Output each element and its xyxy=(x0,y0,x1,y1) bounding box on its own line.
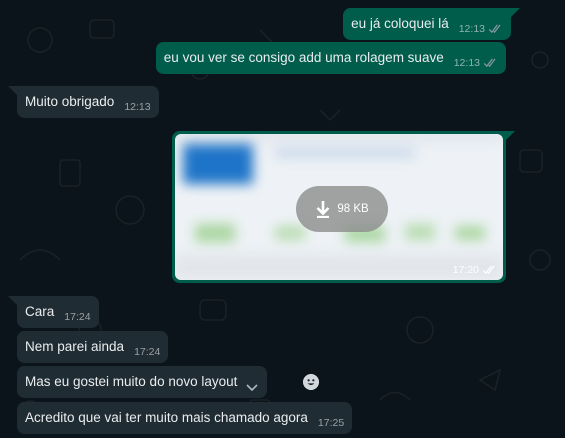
double-check-icon xyxy=(482,265,495,275)
message-meta: 17:24 xyxy=(64,311,90,328)
message-text: eu vou ver se consigo add uma rolagem su… xyxy=(163,50,444,65)
emoji-icon xyxy=(303,374,319,390)
message-text: Nem parei ainda xyxy=(25,339,125,354)
image-message[interactable]: 98 KB 17:20 xyxy=(172,131,506,283)
message-time: 17:24 xyxy=(64,311,91,323)
chevron-down-icon xyxy=(246,384,258,392)
message-time: 12:13 xyxy=(458,23,485,35)
message-time: 17:20 xyxy=(452,264,479,276)
message-time: 12:13 xyxy=(453,57,480,69)
double-check-icon xyxy=(483,58,496,68)
message-meta: 12:13 xyxy=(459,23,503,40)
message-bubble-incoming[interactable]: Muito obrigado 12:13 xyxy=(17,86,159,118)
bubble-tail xyxy=(8,86,17,95)
message-bubble-incoming[interactable]: Acredito que vai ter muito mais chamado … xyxy=(17,402,353,434)
download-icon xyxy=(316,201,330,218)
download-size: 98 KB xyxy=(337,203,369,215)
message-meta: 17:25 xyxy=(318,417,344,434)
message-bubble-incoming[interactable]: Cara 17:24 xyxy=(17,296,99,328)
message-text: Mas eu gostei muito do novo layout xyxy=(25,374,238,389)
message-text: Muito obrigado xyxy=(25,94,115,109)
react-button[interactable] xyxy=(303,374,319,390)
bubble-tail xyxy=(8,296,17,305)
download-button[interactable]: 98 KB xyxy=(296,186,388,232)
message-bubble-incoming[interactable]: Mas eu gostei muito do novo layout xyxy=(17,366,268,398)
message-time: 12:13 xyxy=(124,101,151,113)
bubble-tail xyxy=(511,8,520,17)
message-bubble-outgoing[interactable]: eu vou ver se consigo add uma rolagem su… xyxy=(155,42,506,74)
message-time: 17:24 xyxy=(134,346,161,358)
message-text: Acredito que vai ter muito mais chamado … xyxy=(25,410,308,425)
double-check-icon xyxy=(488,24,501,34)
blurred-image-preview[interactable]: 98 KB 17:20 xyxy=(175,134,503,280)
message-bubble-incoming[interactable]: Nem parei ainda 17:24 xyxy=(17,331,169,363)
message-bubble-outgoing[interactable]: eu já coloquei lá 12:13 xyxy=(343,8,511,40)
message-meta: 12:13 xyxy=(124,101,150,118)
message-meta: 17:24 xyxy=(134,346,160,363)
message-text: Cara xyxy=(25,304,55,319)
bubble-tail xyxy=(506,131,515,140)
message-time: 17:25 xyxy=(317,417,345,429)
message-meta: 12:13 xyxy=(454,57,498,74)
message-menu-button[interactable] xyxy=(245,383,259,398)
message-text: eu já coloquei lá xyxy=(351,16,449,31)
message-meta: 17:20 xyxy=(453,264,497,276)
